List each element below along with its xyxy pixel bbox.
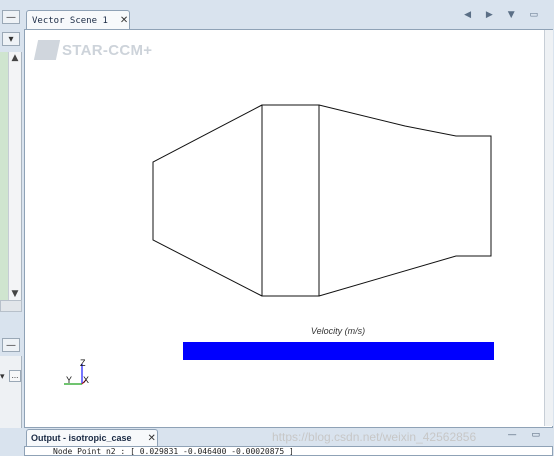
output-console[interactable]: Node Point n2 : [ 0.029831 -0.046400 -0.…	[24, 446, 553, 456]
axis-z-label: Z	[80, 358, 86, 368]
app-window: — ▾ ▲ ▼ — ▾ ... Vector Scene 1 ✕ ◀ ▶ ▼ ▭…	[0, 0, 554, 456]
output-tab-label: Output - isotropic_case	[31, 433, 132, 443]
legend-colorbar	[183, 342, 494, 360]
tab-output[interactable]: Output - isotropic_case ✕	[26, 429, 158, 446]
axis-x-label: X	[83, 375, 90, 385]
legend-label: Velocity (m/s)	[310, 326, 366, 336]
output-line: Node Point n2 : [ 0.029831 -0.046400 -0.…	[53, 447, 294, 456]
watermark: https://blog.csdn.net/weixin_42562856	[272, 430, 477, 444]
inlet-cone	[152, 104, 263, 297]
output-window-controls[interactable]: — ▭	[508, 430, 546, 440]
outlet-cone	[318, 104, 492, 297]
axis-y-label: Y	[66, 375, 73, 385]
close-icon[interactable]: ✕	[148, 433, 156, 444]
monolith-block	[261, 104, 320, 297]
axes-triad: Z Y X	[60, 358, 100, 390]
